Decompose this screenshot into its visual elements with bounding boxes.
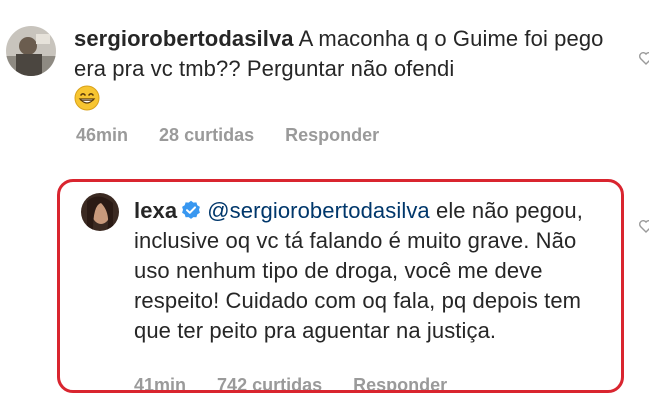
mention-link[interactable]: @sergiorobertodasilva [207,198,430,223]
reply-time: 41min [134,375,187,393]
avatar[interactable] [6,26,56,76]
username[interactable]: lexa [134,198,177,223]
comment-meta: 46min 28 curtidas Responder [76,125,379,146]
heart-icon[interactable] [638,50,649,66]
like-count[interactable]: 742 curtidas [217,375,322,390]
grinning-emoji-icon [74,85,100,111]
reply-meta: 41min 742 curtidas Responder [134,375,447,393]
reply-button[interactable]: Responder [353,375,447,390]
comment-time: 46min [76,125,129,145]
avatar[interactable] [81,193,119,231]
comment-text-block: sergiorobertodasilva A maconha q o Guime… [74,24,619,114]
heart-icon[interactable] [638,218,649,234]
reply-button[interactable]: Responder [285,125,379,146]
like-count[interactable]: 28 curtidas [159,125,254,146]
reply-text-block: lexa @sergiorobertodasilva ele não pegou… [134,196,594,346]
comment-sergio: sergiorobertodasilva A maconha q o Guime… [0,0,649,170]
verified-badge-icon [182,200,201,219]
username[interactable]: sergiorobertodasilva [74,26,294,51]
highlight-box: lexa @sergiorobertodasilva ele não pegou… [57,179,624,393]
